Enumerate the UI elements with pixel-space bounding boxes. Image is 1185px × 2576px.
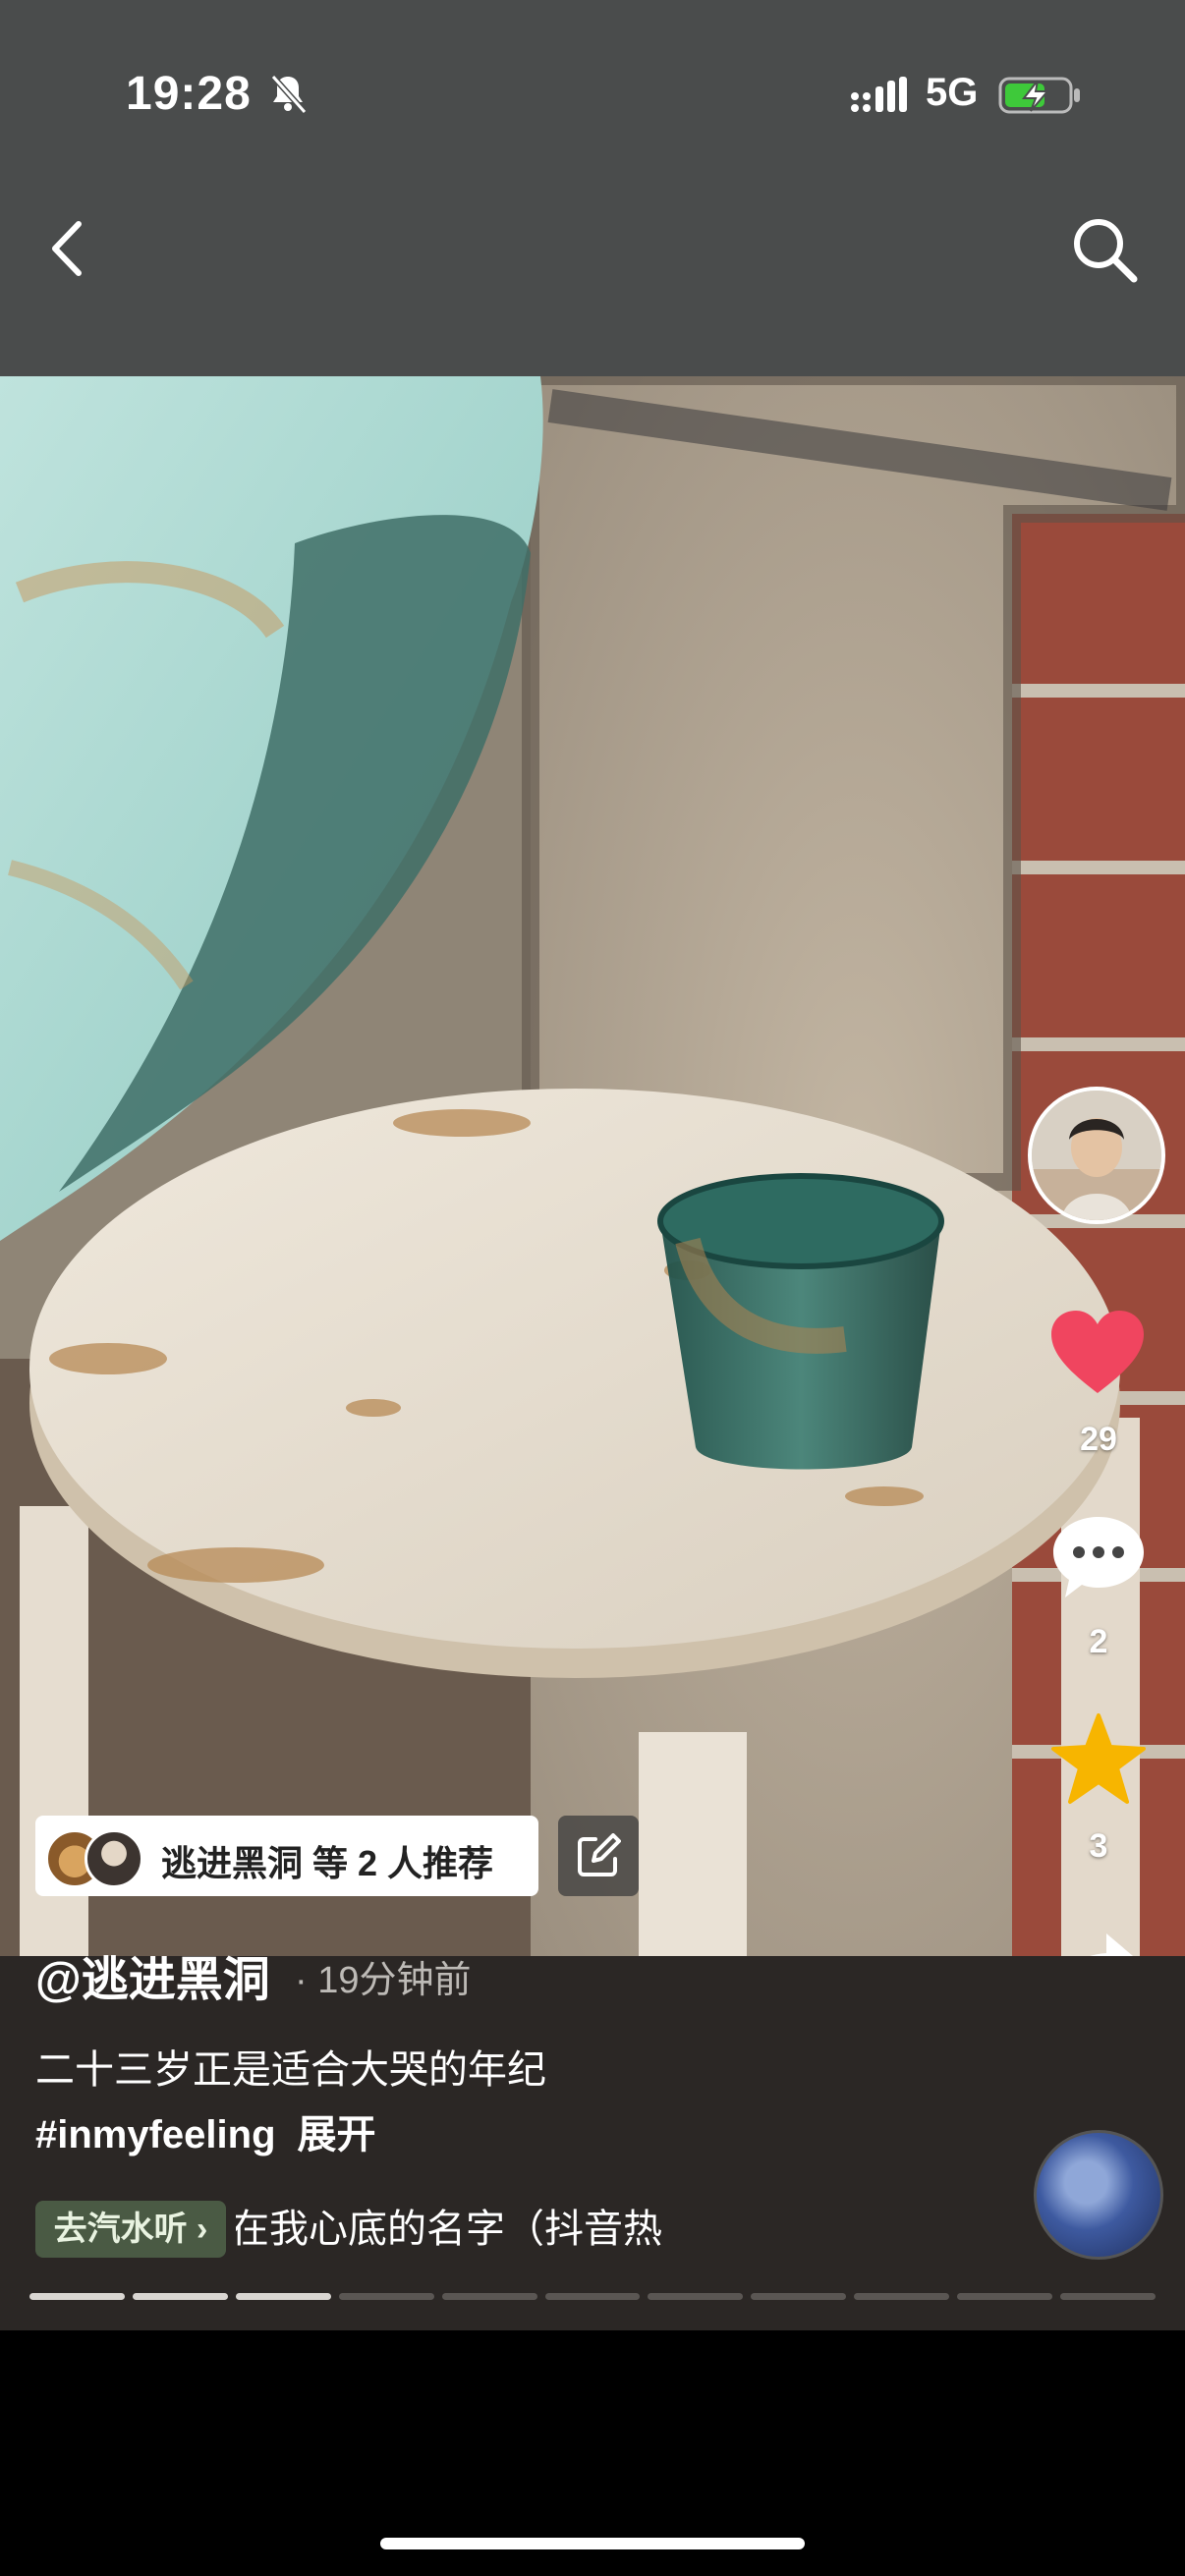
top-bar: 19:28 5G [0, 0, 1185, 376]
progress-segments [29, 2293, 1156, 2300]
progress-segment [854, 2293, 950, 2300]
listen-in-app-tag[interactable]: 去汽水听 › [35, 2201, 226, 2258]
video-frame[interactable] [0, 376, 1185, 1956]
progress-segment [1060, 2293, 1156, 2300]
description-text: 二十三岁正是适合大哭的年纪 [35, 2048, 546, 2092]
progress-segment [648, 2293, 744, 2300]
home-indicator [380, 2538, 805, 2549]
recommend-text: 逃进黑洞 等 2 人推荐 [161, 1843, 494, 1883]
favorite-count: 3 [1089, 1827, 1108, 1865]
author-name[interactable]: @逃进黑洞 [35, 1940, 270, 2009]
music-title: 在我心底的名字（抖音热 [236, 2208, 662, 2251]
progress-segment [29, 2293, 125, 2300]
post-time: · 19分钟前 [295, 1960, 472, 2001]
back-chevron-icon[interactable] [43, 214, 92, 283]
network-label: 5G [926, 71, 979, 114]
recommender-avatar [85, 1829, 143, 1888]
like-count: 29 [1080, 1421, 1117, 1458]
status-time: 19:28 [126, 68, 252, 120]
bell-muted-icon [270, 75, 308, 114]
signal-icon [851, 77, 907, 112]
progress-segment [751, 2293, 847, 2300]
search-icon[interactable] [1069, 214, 1140, 285]
comment-icon[interactable] [1049, 1513, 1148, 1603]
progress-segment [235, 2293, 331, 2300]
edit-button[interactable] [558, 1816, 639, 1896]
music-disc[interactable] [1034, 2130, 1163, 2260]
creator-avatar-image [1032, 1091, 1161, 1220]
music-title-marquee[interactable]: 在我心底的名字（抖音热 [236, 2201, 719, 2258]
recommend-pill[interactable]: 逃进黑洞 等 2 人推荐 [35, 1816, 538, 1896]
progress-segment [544, 2293, 641, 2300]
progress-segment [441, 2293, 537, 2300]
video-scene [0, 376, 1185, 1956]
edit-icon [578, 1833, 621, 1876]
progress-segment [957, 2293, 1053, 2300]
favorite-star-icon[interactable] [1047, 1711, 1150, 1810]
like-heart-icon[interactable] [1049, 1309, 1146, 1397]
progress-segment [338, 2293, 434, 2300]
battery-charging-icon [998, 77, 1080, 114]
progress-segment [132, 2293, 228, 2300]
expand-link[interactable]: 展开 [298, 2113, 376, 2156]
comment-count: 2 [1089, 1623, 1108, 1660]
description-line-2: #inmyfeeling 展开 [35, 2102, 376, 2159]
hashtag-link[interactable]: #inmyfeeling [35, 2113, 276, 2156]
creator-avatar[interactable] [1028, 1087, 1165, 1224]
